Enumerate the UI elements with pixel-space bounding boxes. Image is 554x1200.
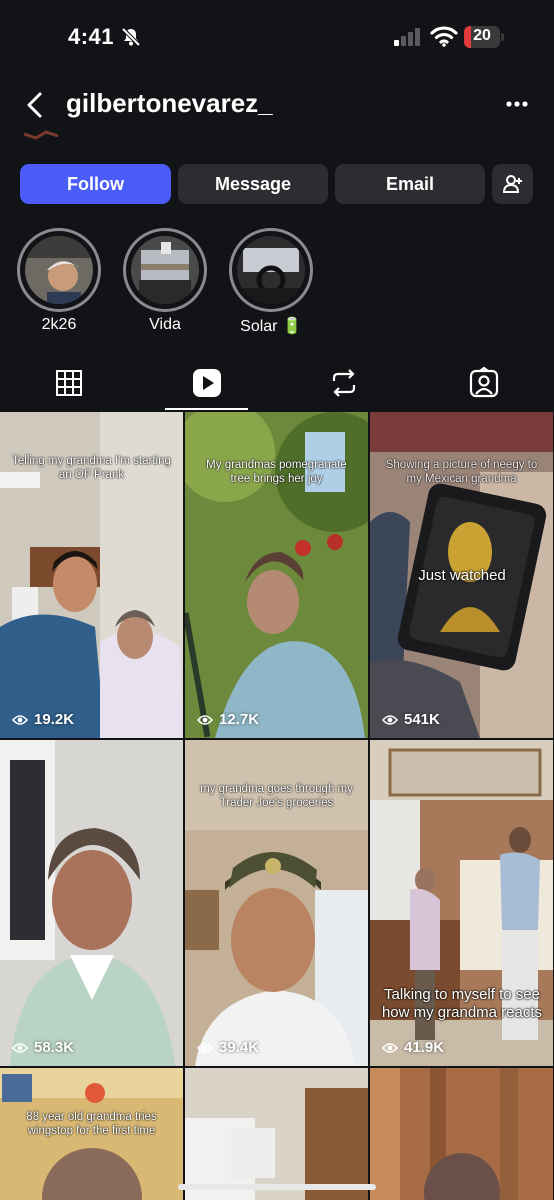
- message-button[interactable]: Message: [178, 164, 328, 204]
- add-person-icon: [502, 175, 522, 193]
- reel-thumbnail[interactable]: My grandmas pomegranate tree brings her …: [185, 412, 368, 738]
- highlight-label: 2k26: [41, 316, 77, 333]
- home-indicator[interactable]: [178, 1184, 376, 1190]
- more-options-icon[interactable]: [500, 94, 534, 114]
- email-button[interactable]: Email: [335, 164, 485, 204]
- reel-overlay-text: Talking to myself to see how my grandma …: [381, 986, 543, 1021]
- reel-thumbnail[interactable]: [185, 1068, 368, 1200]
- view-count: 19.2K: [12, 711, 74, 728]
- eye-icon: [382, 714, 398, 725]
- view-count-value: 19.2K: [34, 711, 75, 728]
- view-count-value: 12.7K: [219, 711, 260, 728]
- reel-overlay-text: Just watched: [418, 567, 506, 584]
- suggested-users-button[interactable]: [492, 164, 533, 204]
- reel-thumbnail[interactable]: Showing a picture of neegy to my Mexican…: [370, 412, 553, 738]
- reel-thumbnail[interactable]: Telling my grandma I'm starting an OF Pr…: [0, 412, 183, 738]
- battery-percent: 20: [473, 27, 491, 44]
- reel-thumbnail[interactable]: 88 year old grandma tries wingstop for t…: [0, 1068, 183, 1200]
- reel-thumbnail[interactable]: my grandma goes through my Trader Joe's …: [185, 740, 368, 1066]
- follow-button[interactable]: Follow: [20, 164, 171, 204]
- back-chevron-icon[interactable]: [22, 90, 50, 120]
- battery-indicator: 20: [464, 26, 504, 48]
- highlight-cover-image: [25, 236, 93, 304]
- view-count-value: 41.9K: [404, 1039, 445, 1056]
- profile-picture-fragment: [23, 130, 59, 140]
- reel-thumbnail[interactable]: 58.3K: [0, 740, 183, 1066]
- reel-thumbnail[interactable]: [370, 1068, 553, 1200]
- status-time: 4:41: [68, 24, 115, 49]
- eye-icon: [12, 1042, 28, 1053]
- profile-username: gilbertonevarez_: [66, 88, 273, 118]
- eye-icon: [382, 1042, 398, 1053]
- highlight-cover-image: [131, 236, 199, 304]
- grid-icon[interactable]: [52, 366, 86, 400]
- highlight-solar[interactable]: [229, 228, 313, 312]
- view-count-value: 58.3K: [34, 1039, 75, 1056]
- view-count-value: 541K: [404, 711, 440, 728]
- view-count: 58.3K: [12, 1039, 74, 1056]
- eye-icon: [12, 714, 28, 725]
- reel-caption: My grandmas pomegranate tree brings her …: [206, 459, 347, 485]
- reels-icon[interactable]: [190, 366, 224, 400]
- view-count-value: 39.4K: [219, 1039, 260, 1056]
- reel-caption: Telling my grandma I'm starting an OF Pr…: [12, 455, 171, 481]
- reel-caption: 88 year old grandma tries wingstop for t…: [26, 1111, 157, 1137]
- eye-icon: [197, 1042, 213, 1053]
- reel-caption: my grandma goes through my Trader Joe's …: [200, 783, 353, 809]
- view-count: 12.7K: [197, 711, 259, 728]
- silent-bell-icon: [121, 27, 141, 47]
- highlight-cover-image: [237, 236, 305, 304]
- wifi-icon: [430, 26, 458, 47]
- eye-icon: [197, 714, 213, 725]
- highlight-label: Vida: [149, 316, 181, 333]
- view-count: 541K: [382, 711, 440, 728]
- active-tab-indicator: [165, 408, 248, 410]
- highlight-label: Solar 🔋: [240, 318, 302, 335]
- view-count: 39.4K: [197, 1039, 259, 1056]
- signal-icon: [394, 28, 420, 46]
- view-count: 41.9K: [382, 1039, 444, 1056]
- highlight-2k26[interactable]: [17, 228, 101, 312]
- reel-thumbnail[interactable]: Talking to myself to see how my grandma …: [370, 740, 553, 1066]
- reposts-icon[interactable]: [327, 366, 361, 400]
- tagged-icon[interactable]: [467, 366, 501, 400]
- reel-caption: Showing a picture of neegy to my Mexican…: [385, 459, 538, 485]
- highlight-vida[interactable]: [123, 228, 207, 312]
